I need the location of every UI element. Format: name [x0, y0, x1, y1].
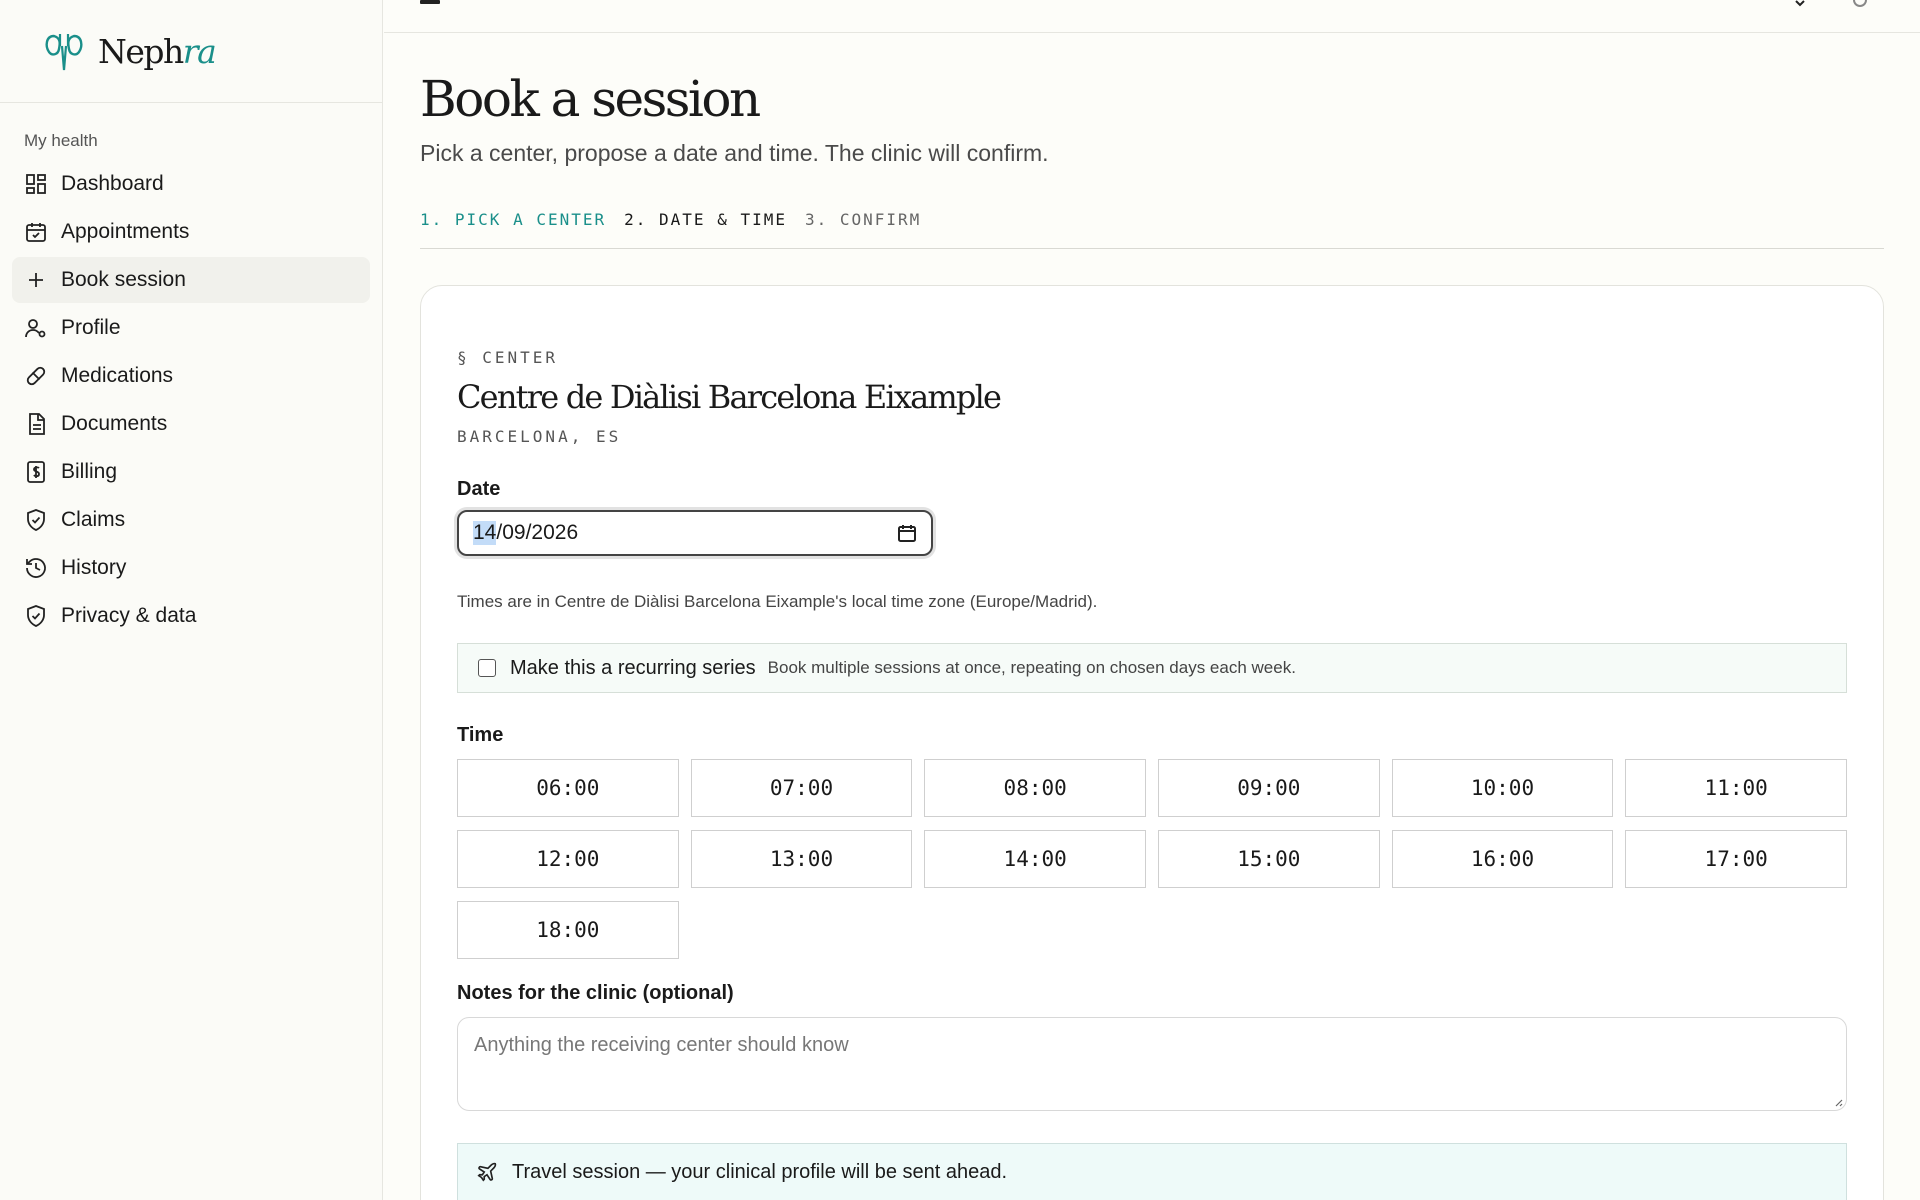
recurring-description: Book multiple sessions at once, repeatin… — [767, 658, 1296, 677]
dollar-receipt-icon — [27, 461, 45, 483]
page-subtitle: Pick a center, propose a date and time. … — [420, 140, 1049, 166]
center-name: Centre de Diàlisi Barcelona Eixample — [457, 378, 1002, 416]
help-icon[interactable] — [1852, 0, 1868, 7]
sidebar-item-billing[interactable]: Billing — [12, 449, 370, 495]
sidebar-item-label: Documents — [61, 412, 168, 435]
chevron-down-icon[interactable] — [1792, 0, 1808, 7]
time-slot[interactable]: 13:00 — [690, 830, 913, 888]
brand[interactable]: Nephra — [0, 0, 382, 103]
plane-icon — [477, 1162, 497, 1182]
stepper: 1. PICK A CENTER 2. DATE & TIME 3. CONFI… — [420, 210, 921, 229]
shield-check-icon — [27, 509, 45, 531]
nav-section-label: My health — [24, 131, 98, 150]
sidebar-item-claims[interactable]: Claims — [12, 497, 370, 543]
step-confirm: 3. CONFIRM — [804, 210, 922, 229]
sidebar-item-label: Appointments — [61, 220, 190, 243]
user-gear-icon — [25, 319, 46, 338]
sidebar-item-documents[interactable]: Documents — [12, 401, 370, 447]
timezone-note: Times are in Centre de Diàlisi Barcelona… — [457, 592, 1098, 611]
divider — [420, 248, 1884, 249]
history-icon — [26, 558, 46, 578]
sidebar-item-label: History — [61, 556, 127, 579]
resize-grip-icon[interactable] — [1833, 1097, 1843, 1107]
calendar-icon — [26, 223, 46, 242]
travel-session-notice: Travel session — your clinical profile w… — [457, 1143, 1847, 1200]
recurring-title: Make this a recurring series — [510, 656, 756, 679]
time-slot[interactable]: 10:00 — [1391, 759, 1614, 817]
sidebar-item-label: Profile — [61, 316, 121, 339]
sidebar-item-appointments[interactable]: Appointments — [12, 209, 370, 255]
calendar-picker-icon[interactable] — [897, 523, 917, 543]
time-slot[interactable]: 07:00 — [690, 759, 913, 817]
page-title: Book a session — [420, 70, 761, 128]
time-slot-grid: 06:00 07:00 08:00 09:00 10:00 11:00 12:0… — [457, 759, 1847, 959]
date-year[interactable]: 2026 — [531, 521, 578, 545]
time-slot[interactable]: 11:00 — [1625, 759, 1847, 817]
notes-textarea[interactable]: Anything the receiving center should kno… — [457, 1017, 1847, 1111]
time-slot[interactable]: 17:00 — [1625, 830, 1847, 888]
center-section-label: § CENTER — [457, 348, 559, 367]
sidebar-item-privacy[interactable]: Privacy & data — [12, 593, 370, 639]
date-input[interactable]: 14/09/2026 — [457, 510, 933, 556]
sidebar-item-book-session[interactable]: Book session — [12, 257, 370, 303]
notes-placeholder: Anything the receiving center should kno… — [474, 1034, 849, 1056]
sidebar-item-label: Book session — [61, 268, 186, 291]
sidebar-item-profile[interactable]: Profile — [12, 305, 370, 351]
date-day[interactable]: 14 — [473, 521, 497, 545]
travel-notice-text: Travel session — your clinical profile w… — [512, 1160, 1008, 1183]
time-slot[interactable]: 18:00 — [457, 901, 679, 959]
step-pick-center[interactable]: 1. PICK A CENTER — [420, 210, 606, 229]
recurring-series-option[interactable]: Make this a recurring series Book multip… — [457, 643, 1847, 693]
time-slot[interactable]: 09:00 — [1158, 759, 1380, 817]
sidebar-item-label: Medications — [61, 364, 174, 387]
date-month[interactable]: 09 — [502, 521, 525, 545]
time-slot[interactable]: 16:00 — [1391, 830, 1614, 888]
kidney-logo-icon — [45, 34, 83, 71]
time-label: Time — [457, 724, 504, 746]
notes-label: Notes for the clinic (optional) — [457, 982, 734, 1004]
sidebar-item-label: Dashboard — [61, 172, 164, 195]
time-slot[interactable]: 08:00 — [924, 759, 1146, 817]
main-content: Book a session Pick a center, propose a … — [384, 0, 1920, 1200]
date-label: Date — [457, 478, 501, 500]
menu-icon[interactable] — [420, 0, 440, 4]
sidebar: Nephra My health Dashboard Appointments … — [0, 0, 383, 1200]
time-slot[interactable]: 06:00 — [457, 759, 679, 817]
document-icon — [29, 413, 45, 435]
center-location: BARCELONA, ES — [457, 427, 622, 446]
recurring-checkbox[interactable] — [478, 659, 496, 677]
time-slot[interactable]: 15:00 — [1158, 830, 1380, 888]
brand-name: Nephra — [98, 31, 217, 71]
booking-card: § CENTER Centre de Diàlisi Barcelona Eix… — [420, 285, 1884, 1200]
sidebar-item-history[interactable]: History — [12, 545, 370, 591]
shield-check-icon — [27, 605, 45, 627]
sidebar-item-label: Claims — [61, 508, 126, 531]
pill-icon — [26, 366, 46, 386]
sidebar-item-dashboard[interactable]: Dashboard — [12, 161, 370, 207]
time-slot[interactable]: 12:00 — [457, 830, 679, 888]
sidebar-item-medications[interactable]: Medications — [12, 353, 370, 399]
step-date-time: 2. DATE & TIME — [624, 210, 787, 229]
plus-icon — [29, 273, 43, 287]
dashboard-icon — [26, 174, 46, 194]
sidebar-item-label: Billing — [61, 460, 118, 483]
time-slot[interactable]: 14:00 — [924, 830, 1146, 888]
top-bar — [384, 0, 1920, 33]
sidebar-item-label: Privacy & data — [61, 604, 197, 627]
